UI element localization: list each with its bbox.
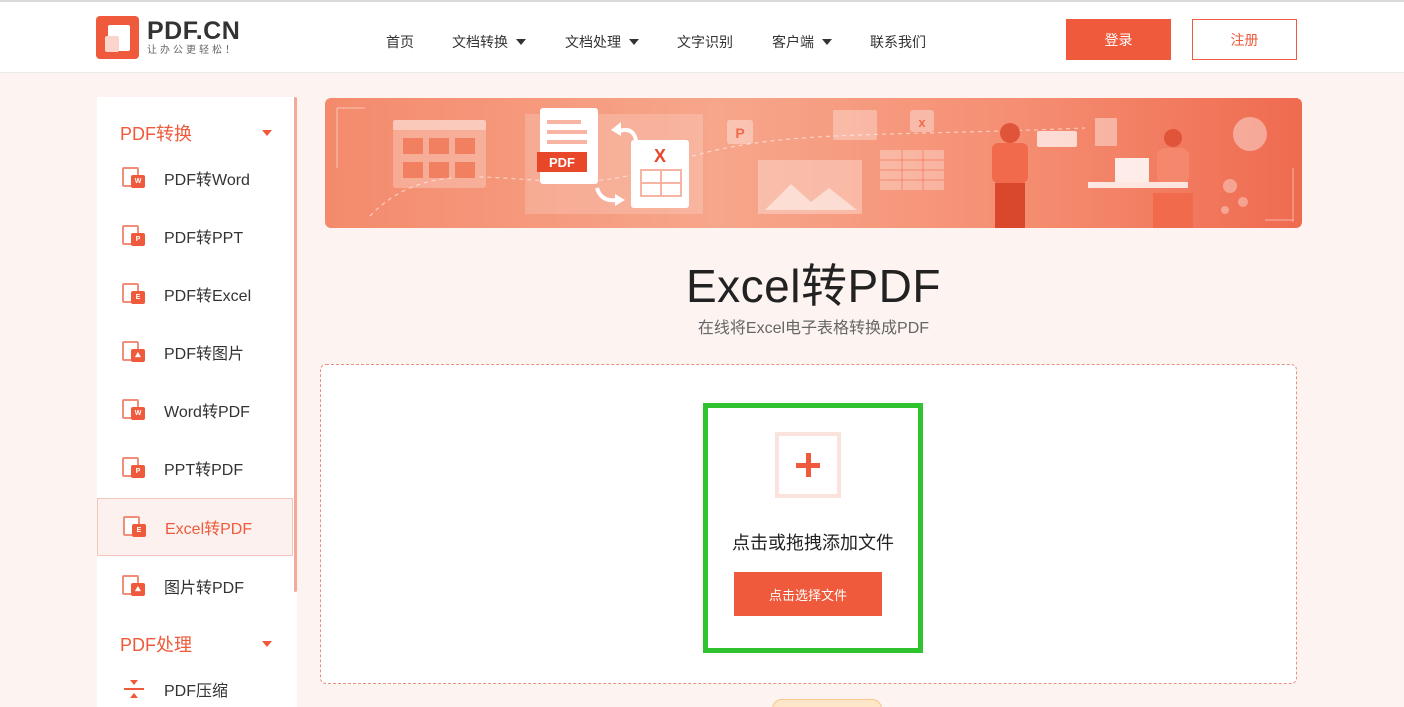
site-logo[interactable]: PDF.CN 让办公更轻松！ (96, 16, 240, 59)
add-file-button[interactable] (775, 432, 841, 498)
word-file-icon: W (122, 167, 146, 189)
sidebar-item-pdf-to-ppt[interactable]: P PDF转PPT (97, 207, 293, 265)
image-icon: P x (727, 110, 944, 214)
folder-window-icon (393, 120, 486, 188)
chevron-down-icon (822, 39, 832, 45)
sidebar: PDF转换 W PDF转Word P PDF转PPT E PDF转Excel ⛰… (97, 97, 297, 707)
sidebar-item-label: PDF转Excel (164, 288, 252, 305)
excel-file-icon: E (123, 516, 147, 538)
sidebar-item-pdf-to-excel[interactable]: E PDF转Excel (97, 265, 293, 323)
image-file-icon: ⛰ (122, 575, 146, 597)
top-header: PDF.CN 让办公更轻松！ 首页 文档转换 文档处理 文字识别 客户端 联系我… (0, 0, 1404, 73)
page-subtitle: 在线将Excel电子表格转换成PDF (697, 320, 930, 337)
upload-hint: 点击或拖拽添加文件 (732, 533, 894, 553)
sidebar-item-label: Excel转PDF (165, 521, 253, 538)
nav-doc-convert[interactable]: 文档转换 (452, 32, 526, 52)
nav-contact[interactable]: 联系我们 (870, 32, 926, 52)
nav-doc-process[interactable]: 文档处理 (565, 32, 639, 52)
sidebar-item-pdf-to-image[interactable]: ⛰ PDF转图片 (97, 323, 293, 381)
sidebar-item-label: Word转PDF (164, 404, 250, 421)
logo-title: PDF.CN (147, 16, 241, 45)
bottom-badge (772, 699, 882, 707)
select-file-button[interactable]: 点击选择文件 (734, 572, 882, 616)
compress-icon (122, 678, 146, 700)
nav-client[interactable]: 客户端 (772, 32, 832, 52)
sidebar-item-pdf-compress[interactable]: PDF压缩 (97, 660, 293, 707)
banner-illustration: PDF X P x (336, 107, 1294, 228)
sidebar-category-pdf-process[interactable]: PDF处理 (120, 631, 192, 657)
sidebar-item-label: PDF转PPT (164, 230, 244, 247)
sidebar-item-label: PPT转PDF (164, 462, 244, 479)
ppt-file-icon: P (122, 225, 146, 247)
svg-text:P: P (735, 125, 744, 141)
sidebar-category-pdf-convert[interactable]: PDF转换 (120, 120, 192, 146)
people-illustration (992, 117, 1267, 228)
convert-illustration: PDF X (525, 108, 703, 214)
login-button[interactable]: 登录 (1066, 19, 1171, 60)
sidebar-item-label: PDF压缩 (164, 683, 229, 700)
sidebar-item-excel-to-pdf[interactable]: E Excel转PDF (97, 498, 293, 556)
hero-banner: PDF X P x (325, 98, 1302, 228)
sidebar-item-image-to-pdf[interactable]: ⛰ 图片转PDF (97, 557, 293, 615)
sidebar-item-label: PDF转Word (164, 172, 250, 189)
nav-home[interactable]: 首页 (386, 32, 414, 52)
svg-text:X: X (654, 146, 666, 166)
sidebar-item-word-to-pdf[interactable]: W Word转PDF (97, 381, 293, 439)
excel-file-icon: E (122, 283, 146, 305)
logo-slogan: 让办公更轻松！ (147, 44, 238, 56)
sidebar-item-ppt-to-pdf[interactable]: P PPT转PDF (97, 439, 293, 497)
chevron-down-icon (629, 39, 639, 45)
chevron-down-icon[interactable] (262, 641, 272, 647)
page-title: Excel转PDF (686, 260, 941, 312)
chevron-down-icon[interactable] (262, 130, 272, 136)
logo-icon (96, 16, 139, 59)
chevron-down-icon (516, 39, 526, 45)
nav-ocr[interactable]: 文字识别 (677, 32, 733, 52)
svg-text:x: x (918, 115, 926, 130)
sidebar-item-label: 图片转PDF (164, 580, 245, 597)
word-file-icon: W (122, 399, 146, 421)
sidebar-scrollbar[interactable] (294, 97, 297, 592)
register-button[interactable]: 注册 (1192, 19, 1297, 60)
image-file-icon: ⛰ (122, 341, 146, 363)
ppt-file-icon: P (122, 457, 146, 479)
sidebar-item-label: PDF转图片 (164, 346, 245, 363)
sidebar-item-pdf-to-word[interactable]: W PDF转Word (97, 149, 293, 207)
svg-text:PDF: PDF (549, 155, 575, 170)
